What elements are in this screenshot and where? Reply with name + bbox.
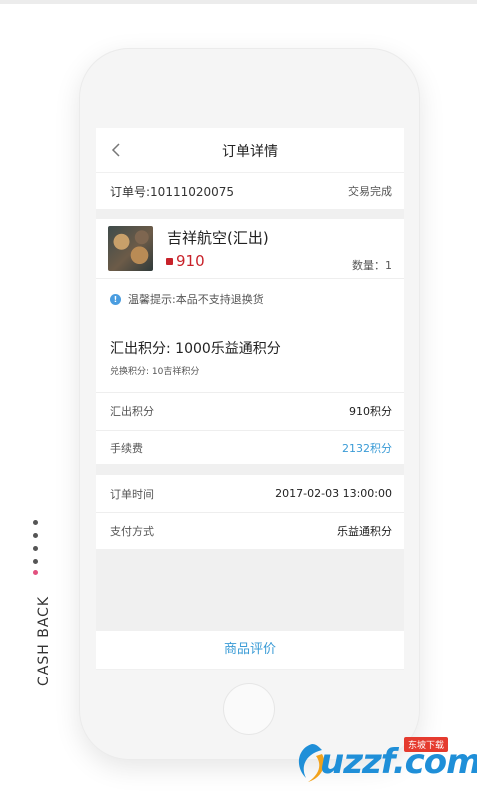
pager-dot-active[interactable] <box>33 570 38 575</box>
points-subtitle: 兑换积分: 10吉祥积分 <box>110 367 200 377</box>
watermark-logo: uzzf.com 东坡下载 <box>292 732 477 788</box>
order-meta-card: 订单时间 2017-02-03 13:00:00 支付方式 乐益通积分 <box>96 475 404 549</box>
pager-dot[interactable] <box>33 533 38 538</box>
payment-method: 乐益通积分 <box>337 524 392 538</box>
pager-dot[interactable] <box>33 546 38 551</box>
fee-value: 2132积分 <box>342 442 392 455</box>
divider <box>96 278 404 279</box>
nav-bar: 订单详情 <box>96 128 404 172</box>
home-button[interactable] <box>224 684 274 734</box>
watermark-brand: uzzf.com <box>320 742 477 782</box>
info-icon: ! <box>110 293 121 305</box>
points-row: 汇出积分 910积分 <box>110 392 392 430</box>
top-bar <box>0 0 477 4</box>
detail-row: 订单时间 2017-02-03 13:00:00 <box>110 475 392 512</box>
page-title: 订单详情 <box>222 144 278 160</box>
points-card: 汇出积分: 1000乐益通积分 兑换积分: 10吉祥积分 汇出积分 910积分 … <box>96 326 404 464</box>
product-quantity: 数量：1 <box>352 259 392 272</box>
product-thumbnail[interactable] <box>108 226 153 271</box>
notice-tip: ! 温馨提示:本品不支持退换货 <box>110 291 264 307</box>
row-label: 汇出积分 <box>110 405 154 418</box>
cash-back-label: CASH BACK <box>36 595 52 686</box>
product-name: 吉祥航空(汇出) <box>167 229 269 247</box>
product-price: 910 <box>166 252 205 270</box>
pager-dot[interactable] <box>33 559 38 564</box>
watermark-badge: 东坡下载 <box>404 737 449 752</box>
product-card[interactable]: 吉祥航空(汇出) 910 数量：1 ! 温馨提示:本品不支持退换货 <box>96 219 404 334</box>
pager-dot[interactable] <box>33 520 38 525</box>
order-detail-screen: 订单详情 订单号:10111020075 交易完成 吉祥航空(汇出) 910 数… <box>96 128 404 670</box>
coin-icon <box>166 257 173 265</box>
review-button[interactable]: 商品评价 <box>96 631 404 669</box>
row-label: 手续费 <box>110 442 143 455</box>
order-status: 交易完成 <box>348 185 392 198</box>
order-time: 2017-02-03 13:00:00 <box>275 487 392 500</box>
detail-row: 支付方式 乐益通积分 <box>110 512 392 549</box>
row-label: 支付方式 <box>110 524 154 538</box>
row-value: 910积分 <box>349 405 392 418</box>
points-title: 汇出积分: 1000乐益通积分 <box>110 341 281 357</box>
tip-text: 温馨提示:本品不支持退换货 <box>128 293 264 306</box>
row-label: 订单时间 <box>110 487 154 501</box>
price-value: 910 <box>176 252 205 270</box>
order-number: 订单号:10111020075 <box>110 184 235 199</box>
points-row: 手续费 2132积分 <box>110 430 392 466</box>
order-info-card: 订单号:10111020075 交易完成 <box>96 173 404 209</box>
